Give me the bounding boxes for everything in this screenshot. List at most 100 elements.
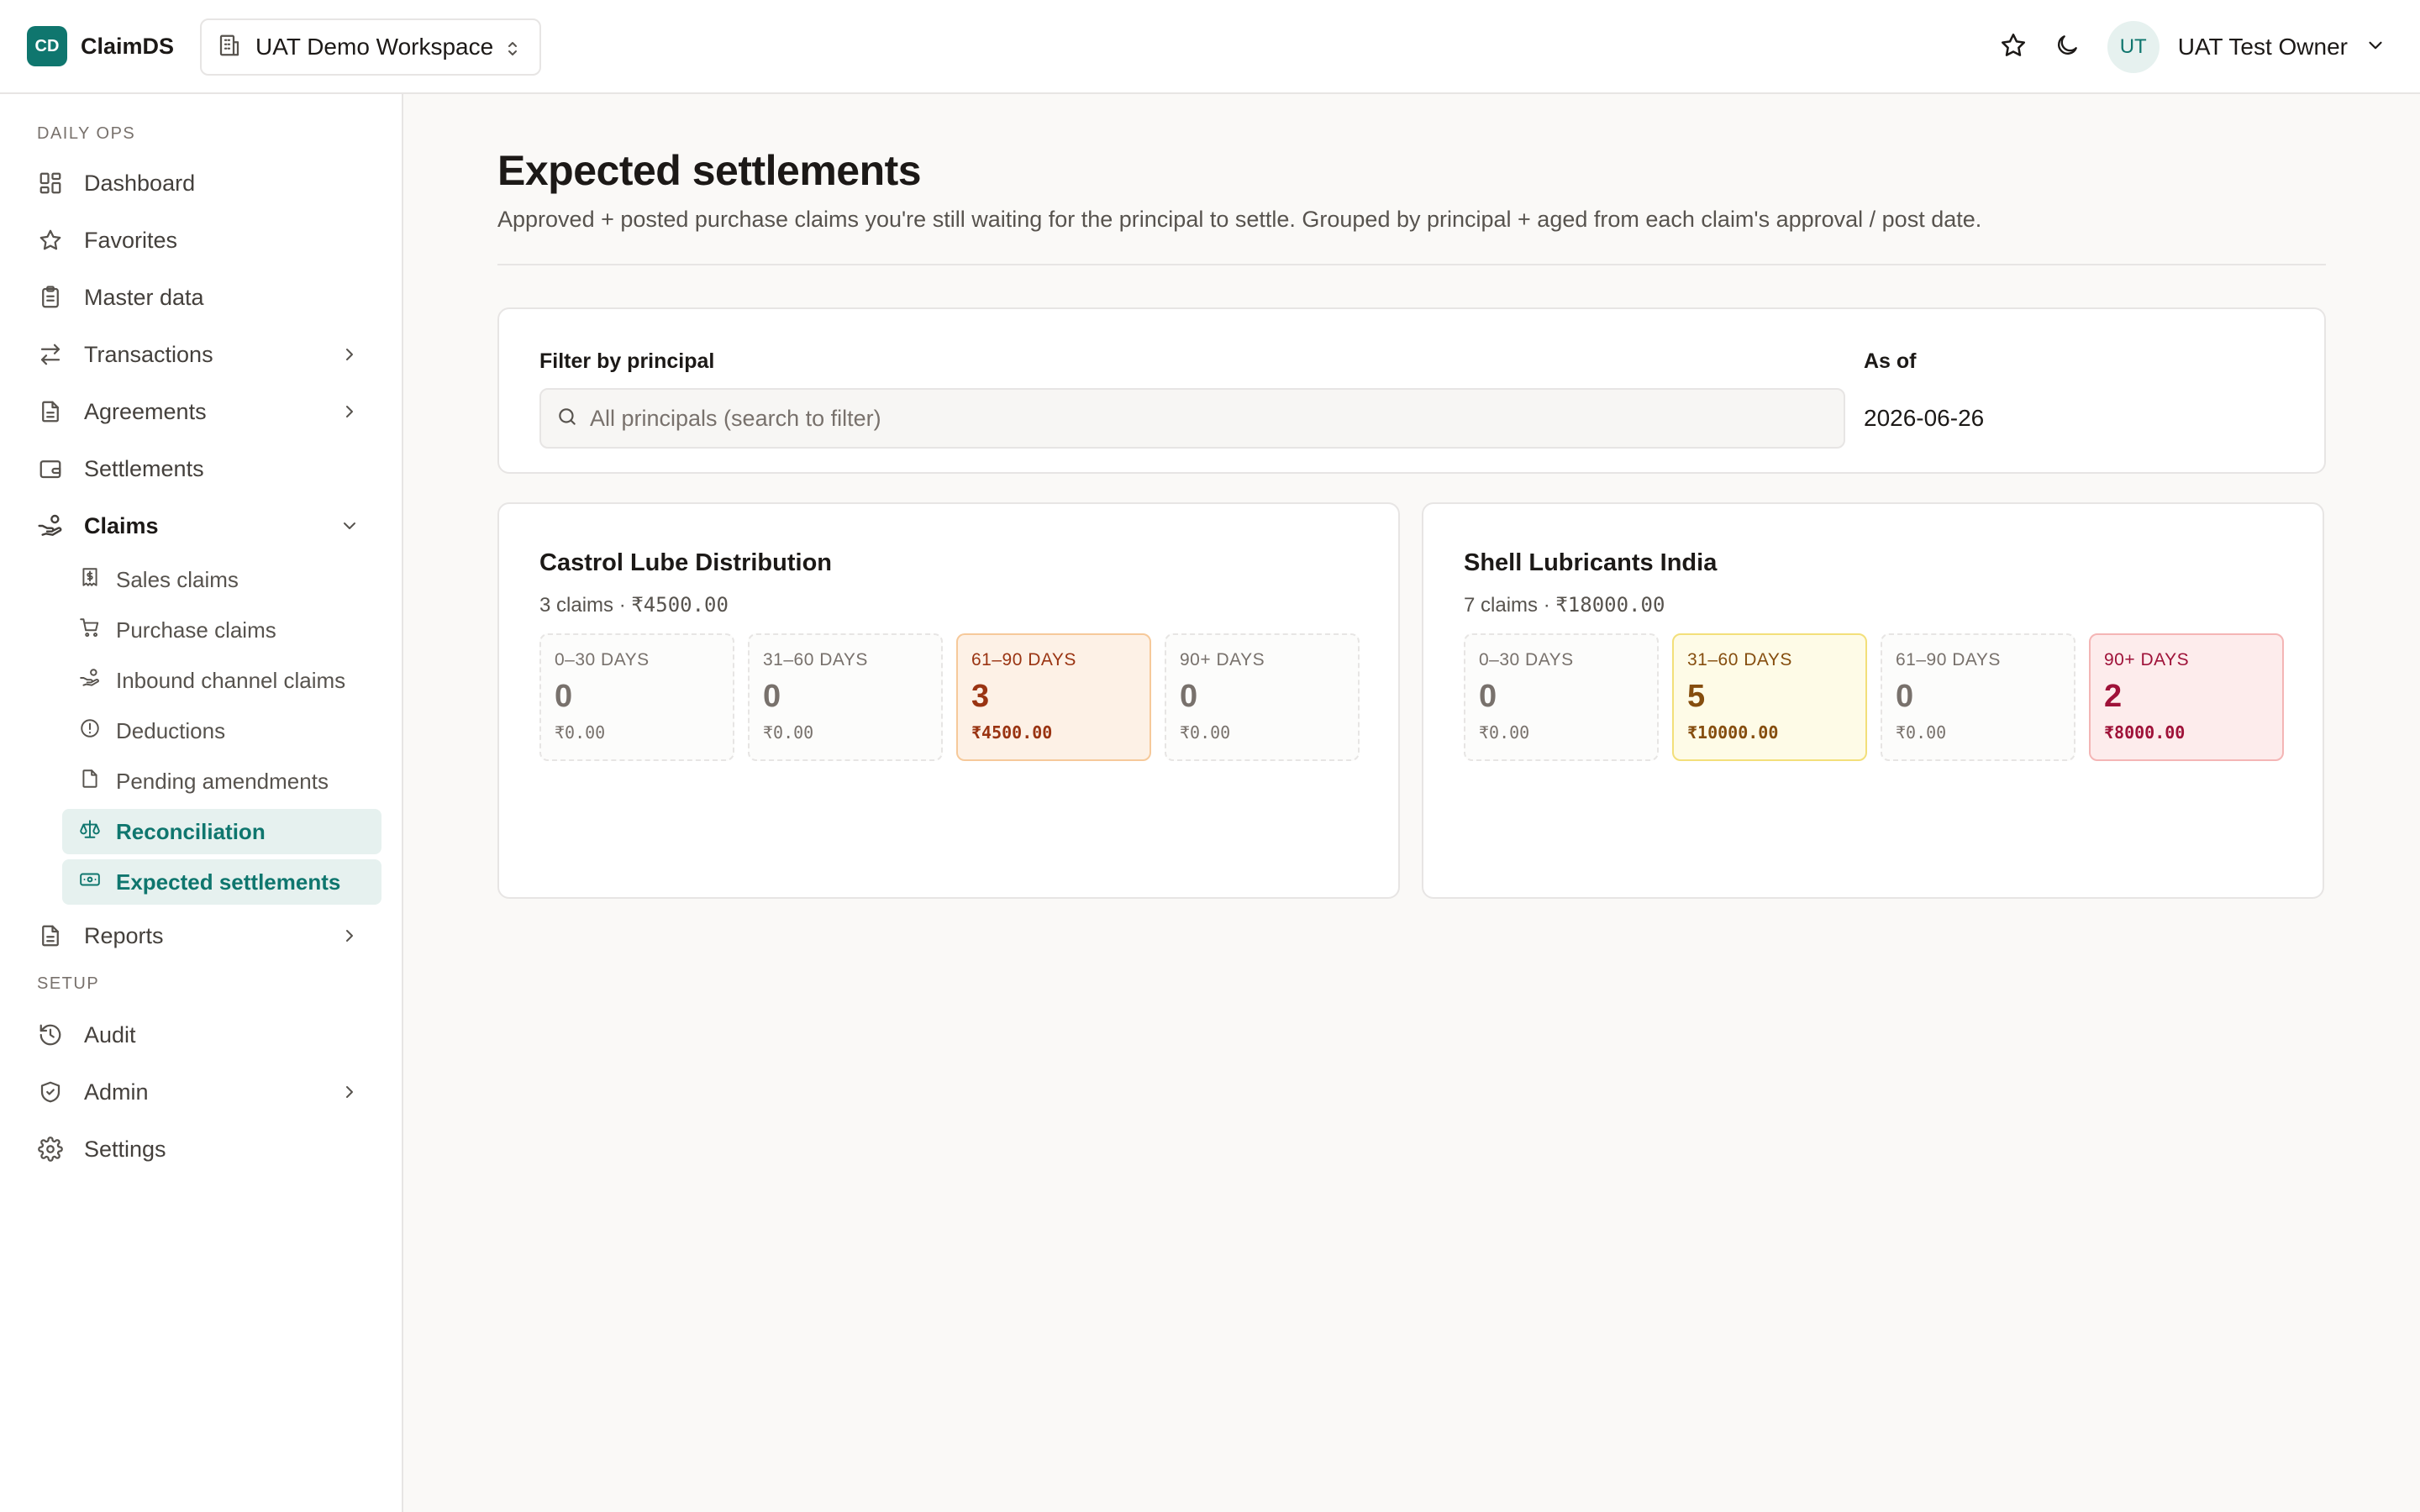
sidebar-item-settings[interactable]: Settings: [37, 1126, 376, 1173]
aging-bucket[interactable]: 31–60 DAYS 0 ₹0.00: [748, 633, 943, 761]
workspace-switcher[interactable]: UAT Demo Workspace: [200, 18, 541, 76]
principal-search-input[interactable]: [590, 405, 1766, 432]
sidebar-item-label: Dashboard: [84, 170, 196, 196]
sidebar-item-claims[interactable]: Claims: [37, 502, 376, 549]
filter-label: Filter by principal: [539, 349, 715, 373]
sidebar-item-settlements[interactable]: Settlements: [37, 445, 376, 492]
star-icon: [37, 227, 64, 254]
principal-search-field[interactable]: [539, 388, 1845, 449]
avatar: UT: [2107, 21, 2160, 73]
sidebar-subitem-pending-amendments[interactable]: Pending amendments: [62, 759, 381, 804]
section-label-daily-ops: DAILY OPS: [37, 124, 136, 143]
sidebar-item-label: Favorites: [84, 227, 178, 253]
aging-bucket[interactable]: 0–30 DAYS 0 ₹0.00: [1464, 633, 1659, 761]
sidebar-subitem-label: Pending amendments: [116, 768, 329, 794]
aging-bucket[interactable]: 61–90 DAYS 3 ₹4500.00: [956, 633, 1151, 761]
gear-icon: [37, 1136, 64, 1163]
scale-icon: [79, 818, 101, 846]
bucket-label: 61–90 DAYS: [971, 650, 1076, 669]
aging-bucket[interactable]: 61–90 DAYS 0 ₹0.00: [1881, 633, 2075, 761]
sidebar-item-transactions[interactable]: Transactions: [37, 331, 376, 378]
principal-summary: 3 claims · ₹4500.00: [539, 593, 729, 617]
sidebar-subitem-label: Reconciliation: [116, 818, 266, 844]
bucket-count: 3: [971, 679, 990, 714]
app-logo: CD: [27, 26, 67, 66]
bucket-count: 0: [763, 679, 781, 714]
sidebar-item-label: Claims: [84, 512, 159, 538]
claim-count: 3 claims ·: [539, 594, 632, 617]
bucket-label: 61–90 DAYS: [1896, 650, 2001, 669]
sidebar-subitem-sales-claims[interactable]: Sales claims: [62, 557, 381, 602]
bucket-amount: ₹10000.00: [1687, 722, 1779, 743]
principal-total: ₹18000.00: [1555, 593, 1665, 617]
principal-name: Shell Lubricants India: [1464, 549, 1718, 576]
bucket-amount: ₹0.00: [555, 722, 606, 743]
brand[interactable]: CD ClaimDS: [27, 26, 174, 66]
aging-bucket[interactable]: 90+ DAYS 2 ₹8000.00: [2089, 633, 2284, 761]
clipboard-list-icon: [37, 284, 64, 311]
bucket-label: 90+ DAYS: [2104, 650, 2190, 669]
principal-card[interactable]: Castrol Lube Distribution 3 claims · ₹45…: [497, 502, 1400, 899]
sidebar-item-label: Admin: [84, 1079, 149, 1105]
bucket-amount: ₹0.00: [1180, 722, 1231, 743]
sidebar-subitem-deductions[interactable]: Deductions: [62, 708, 381, 753]
aging-bucket[interactable]: 0–30 DAYS 0 ₹0.00: [539, 633, 734, 761]
principal-name: Castrol Lube Distribution: [539, 549, 832, 576]
sidebar-subitem-label: Deductions: [116, 717, 226, 743]
app-name: ClaimDS: [81, 33, 175, 59]
principal-card[interactable]: Shell Lubricants India 7 claims · ₹18000…: [1422, 502, 2324, 899]
bucket-amount: ₹4500.00: [971, 722, 1053, 743]
moon-icon: [2054, 32, 2081, 63]
sidebar-subitem-label: Purchase claims: [116, 617, 276, 643]
wallet-icon: [37, 455, 64, 482]
bucket-amount: ₹0.00: [763, 722, 814, 743]
history-icon: [37, 1021, 64, 1048]
bucket-count: 5: [1687, 679, 1706, 714]
sidebar-item-admin[interactable]: Admin: [37, 1068, 376, 1116]
sidebar-item-dashboard[interactable]: Dashboard: [37, 160, 376, 207]
bucket-amount: ₹0.00: [1896, 722, 1947, 743]
sidebar-subitem-purchase-claims[interactable]: Purchase claims: [62, 607, 381, 653]
sidebar-item-audit[interactable]: Audit: [37, 1011, 376, 1058]
user-menu[interactable]: UT UAT Test Owner: [2107, 21, 2386, 73]
banknote-icon: [79, 869, 101, 896]
sidebar-item-label: Audit: [84, 1021, 136, 1047]
sidebar-item-label: Settlements: [84, 455, 204, 481]
file-icon: [79, 768, 101, 795]
favorite-star-button[interactable]: [1986, 20, 2040, 74]
sidebar-item-label: Transactions: [84, 341, 213, 367]
as-of-label: As of: [1864, 349, 1917, 373]
chevron-right-icon: [339, 1082, 360, 1108]
search-icon: [556, 406, 578, 432]
bucket-label: 31–60 DAYS: [1687, 650, 1792, 669]
bucket-amount: ₹8000.00: [2104, 722, 2186, 743]
bucket-count: 0: [1479, 679, 1497, 714]
chevron-right-icon: [339, 402, 360, 428]
layout-grid-icon: [37, 170, 64, 197]
sidebar-subitem-label: Inbound channel claims: [116, 667, 346, 693]
chevron-right-icon: [339, 926, 360, 952]
bucket-count: 2: [2104, 679, 2123, 714]
aging-bucket[interactable]: 31–60 DAYS 5 ₹10000.00: [1672, 633, 1867, 761]
sidebar-subitem-expected-settlements[interactable]: Expected settlements: [62, 859, 381, 905]
bucket-label: 90+ DAYS: [1180, 650, 1265, 669]
user-name: UAT Test Owner: [2177, 34, 2348, 60]
theme-toggle-button[interactable]: [2040, 20, 2094, 74]
arrow-left-right-icon: [37, 341, 64, 368]
sidebar-item-favorites[interactable]: Favorites: [37, 217, 376, 264]
sidebar-subitem-inbound-channel-claims[interactable]: Inbound channel claims: [62, 658, 381, 703]
shield-check-icon: [37, 1079, 64, 1105]
cart-icon: [79, 617, 101, 644]
section-label-setup: SETUP: [37, 974, 100, 993]
file-text-icon: [37, 922, 64, 949]
page-description: Approved + posted purchase claims you're…: [497, 207, 1982, 232]
receipt-icon: [79, 566, 101, 594]
as-of-date[interactable]: 2026-06-26: [1864, 405, 1984, 432]
sidebar-item-reports[interactable]: Reports: [37, 912, 376, 959]
aging-buckets: 0–30 DAYS 0 ₹0.00 31–60 DAYS 5 ₹10000.00…: [1464, 633, 2284, 761]
star-icon: [1999, 31, 2028, 64]
sidebar-item-master-data[interactable]: Master data: [37, 274, 376, 321]
sidebar-item-agreements[interactable]: Agreements: [37, 388, 376, 435]
sidebar-subitem-reconciliation[interactable]: Reconciliation: [62, 809, 381, 854]
aging-bucket[interactable]: 90+ DAYS 0 ₹0.00: [1165, 633, 1360, 761]
